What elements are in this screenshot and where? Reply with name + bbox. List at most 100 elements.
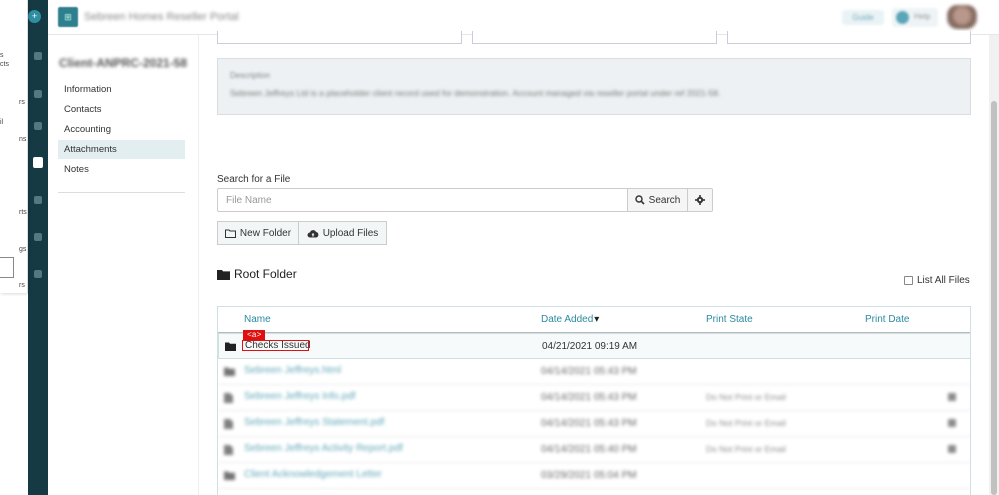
- new-folder-button[interactable]: New Folder: [217, 221, 299, 245]
- column-print-date[interactable]: Print Date: [865, 314, 909, 325]
- description-label: Description: [230, 71, 271, 80]
- date-added: 04/14/2021 05:43 PM: [541, 366, 637, 377]
- guide-button[interactable]: Guide: [842, 10, 884, 25]
- scrollbar-thumb[interactable]: [991, 101, 997, 495]
- client-menu: Client-ANPRC-2021-58 Information Contact…: [48, 35, 199, 495]
- date-added: 04/14/2021 05:43 PM: [541, 418, 637, 429]
- file-icon: [224, 393, 233, 403]
- settings-button[interactable]: [687, 188, 713, 212]
- rail-item-checks[interactable]: [28, 157, 48, 168]
- column-name[interactable]: Name: [244, 314, 271, 325]
- drawer-input[interactable]: [0, 257, 14, 278]
- print-state: Do Not Print or Email: [706, 418, 786, 428]
- upload-files-label: Upload Files: [322, 227, 379, 239]
- rail-item-users[interactable]: [28, 270, 48, 278]
- checks-icon: [33, 157, 43, 168]
- file-icon: [224, 445, 233, 455]
- folder-icon: [224, 367, 235, 376]
- drawer-text: rts: [19, 209, 27, 216]
- search-button[interactable]: Search: [627, 188, 688, 212]
- rail-item-dashboard[interactable]: [28, 52, 48, 60]
- rail-item-clients[interactable]: [28, 90, 48, 98]
- folder-icon: [225, 342, 236, 351]
- upload-files-button[interactable]: Upload Files: [298, 221, 387, 245]
- folder-icon: [217, 269, 230, 280]
- folder-title-label: Root Folder: [234, 267, 297, 281]
- app-logo[interactable]: ⊞: [58, 7, 78, 27]
- drawer-text: ns: [19, 136, 27, 143]
- new-folder-label: New Folder: [239, 227, 292, 239]
- help-button[interactable]: Help: [892, 8, 938, 27]
- date-added: 03/29/2021 05:04 PM: [541, 470, 637, 481]
- clients-icon: [34, 90, 42, 98]
- file-icon: [224, 419, 233, 429]
- search-input[interactable]: [217, 188, 627, 212]
- file-name-link[interactable]: Sebreen Jeffreys Info.pdf: [244, 391, 356, 402]
- help-label: Help: [914, 12, 931, 21]
- list-all-files[interactable]: List All Files: [904, 275, 970, 286]
- table-row[interactable]: Client Acknowledgement Letter 03/29/2021…: [218, 463, 970, 489]
- list-all-checkbox[interactable]: [904, 276, 913, 285]
- menu-item-accounting[interactable]: Accounting: [58, 120, 185, 139]
- nav-rail: +: [28, 0, 48, 495]
- client-name: Client-ANPRC-2021-58: [59, 56, 188, 70]
- description-value: Sebreen Jeffreys Ltd is a placeholder cl…: [230, 88, 721, 98]
- sort-desc-icon: ▾: [594, 314, 600, 325]
- drawer-text: s: [0, 52, 4, 59]
- menu-item-information[interactable]: Information: [58, 80, 185, 99]
- table-row[interactable]: Sebreen Jeffreys Activity Report.pdf 04/…: [218, 437, 970, 463]
- reports-icon: [34, 196, 42, 204]
- file-name-link[interactable]: Sebreen Jeffreys Activity Report.pdf: [244, 443, 403, 454]
- file-name-link[interactable]: Sebreen Jeffreys Statement.pdf: [244, 417, 384, 428]
- print-state: Do Not Print or Email: [706, 392, 786, 402]
- search-icon: [634, 195, 645, 205]
- date-added: 04/14/2021 05:40 PM: [541, 444, 637, 455]
- rail-item-reports[interactable]: [28, 196, 48, 204]
- rail-item-settings[interactable]: [28, 233, 48, 241]
- rail-item-vendors[interactable]: [28, 122, 48, 130]
- table-row[interactable]: Sebreen Jeffreys Statement.pdf 04/14/202…: [218, 411, 970, 437]
- menu-divider: [58, 192, 185, 193]
- print-state: Do Not Print or Email: [706, 444, 786, 454]
- app-title: Sebreen Homes Reseller Portal: [84, 11, 239, 23]
- info-card: [217, 31, 462, 44]
- users-icon: [34, 270, 42, 278]
- search-label: Search for a File: [217, 174, 291, 185]
- file-name-link[interactable]: Client Acknowledgement Letter: [244, 469, 382, 480]
- gear-icon: [695, 195, 705, 205]
- settings-icon: [34, 233, 42, 241]
- folder-title: Root Folder: [217, 267, 297, 281]
- print-icon[interactable]: [948, 419, 956, 427]
- avatar[interactable]: [947, 5, 977, 29]
- drawer-text: rs: [19, 99, 25, 106]
- date-added: 04/14/2021 05:43 PM: [541, 392, 637, 403]
- menu-item-notes[interactable]: Notes: [58, 160, 185, 179]
- folder-icon: [224, 471, 235, 480]
- element-highlight-box: [242, 340, 309, 351]
- folder-outline-icon: [224, 229, 236, 238]
- table-row[interactable]: Sebreen Jeffreys Info.pdf 04/14/2021 05:…: [218, 385, 970, 411]
- help-icon: [896, 11, 909, 24]
- list-all-label: List All Files: [917, 275, 970, 286]
- file-name-link[interactable]: Sebreen Jeffreys.html: [244, 365, 341, 376]
- table-row[interactable]: Sebreen Jeffreys.html 04/14/2021 05:43 P…: [218, 359, 970, 385]
- print-icon[interactable]: [948, 445, 956, 453]
- drawer-text: rs: [19, 282, 25, 289]
- column-print-state[interactable]: Print State: [706, 314, 753, 325]
- print-icon[interactable]: [948, 393, 956, 401]
- add-icon[interactable]: +: [28, 10, 41, 23]
- drawer-text: il: [0, 119, 4, 126]
- search-button-label: Search: [648, 194, 681, 206]
- table-row[interactable]: Checks Issued 04/21/2021 09:19 AM: [218, 333, 970, 359]
- date-added: 04/21/2021 09:19 AM: [542, 341, 638, 352]
- dashboard-icon: [34, 52, 42, 60]
- info-card: [727, 31, 971, 44]
- menu-item-attachments[interactable]: Attachments: [58, 140, 185, 159]
- column-date-added[interactable]: Date Added▾: [541, 314, 599, 325]
- scrollbar[interactable]: [989, 35, 999, 495]
- menu-item-contacts[interactable]: Contacts: [58, 100, 185, 119]
- info-card: [472, 31, 717, 44]
- table-header: Name Date Added▾ Print State Print Date: [218, 307, 970, 333]
- drawer-text: gs: [19, 246, 27, 253]
- attachments-panel: Description Sebreen Jeffreys Ltd is a pl…: [199, 31, 989, 495]
